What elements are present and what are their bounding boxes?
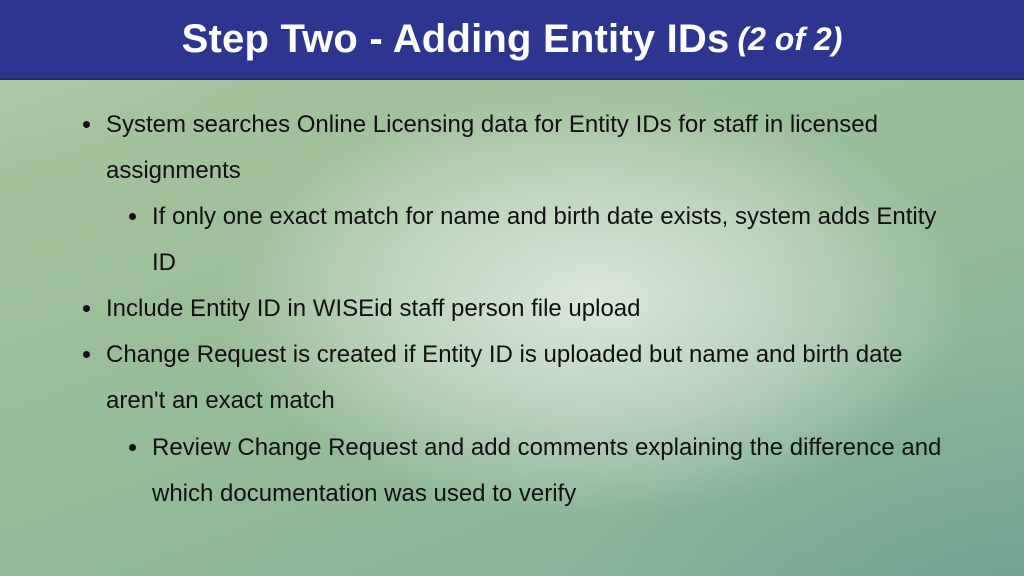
bullet-text: If only one exact match for name and bir…	[152, 203, 936, 276]
bullet-list: System searches Online Licensing data fo…	[70, 102, 954, 517]
bullet-text: Change Request is created if Entity ID i…	[106, 341, 903, 414]
bullet-text: Review Change Request and add comments e…	[152, 434, 941, 507]
bullet-item: Review Change Request and add comments e…	[150, 425, 954, 517]
bullet-sublist: Review Change Request and add comments e…	[106, 425, 954, 517]
bullet-item: If only one exact match for name and bir…	[150, 194, 954, 286]
bullet-text: System searches Online Licensing data fo…	[106, 111, 878, 184]
slide: Step Two - Adding Entity IDs (2 of 2) Sy…	[0, 0, 1024, 576]
title-bar: Step Two - Adding Entity IDs (2 of 2)	[0, 0, 1024, 80]
bullet-item: Include Entity ID in WISEid staff person…	[104, 286, 954, 332]
slide-title: Step Two - Adding Entity IDs	[182, 17, 730, 62]
slide-body: System searches Online Licensing data fo…	[0, 80, 1024, 517]
bullet-sublist: If only one exact match for name and bir…	[106, 194, 954, 286]
bullet-item: Change Request is created if Entity ID i…	[104, 332, 954, 516]
slide-title-counter: (2 of 2)	[737, 21, 842, 58]
bullet-item: System searches Online Licensing data fo…	[104, 102, 954, 286]
bullet-text: Include Entity ID in WISEid staff person…	[106, 295, 641, 322]
